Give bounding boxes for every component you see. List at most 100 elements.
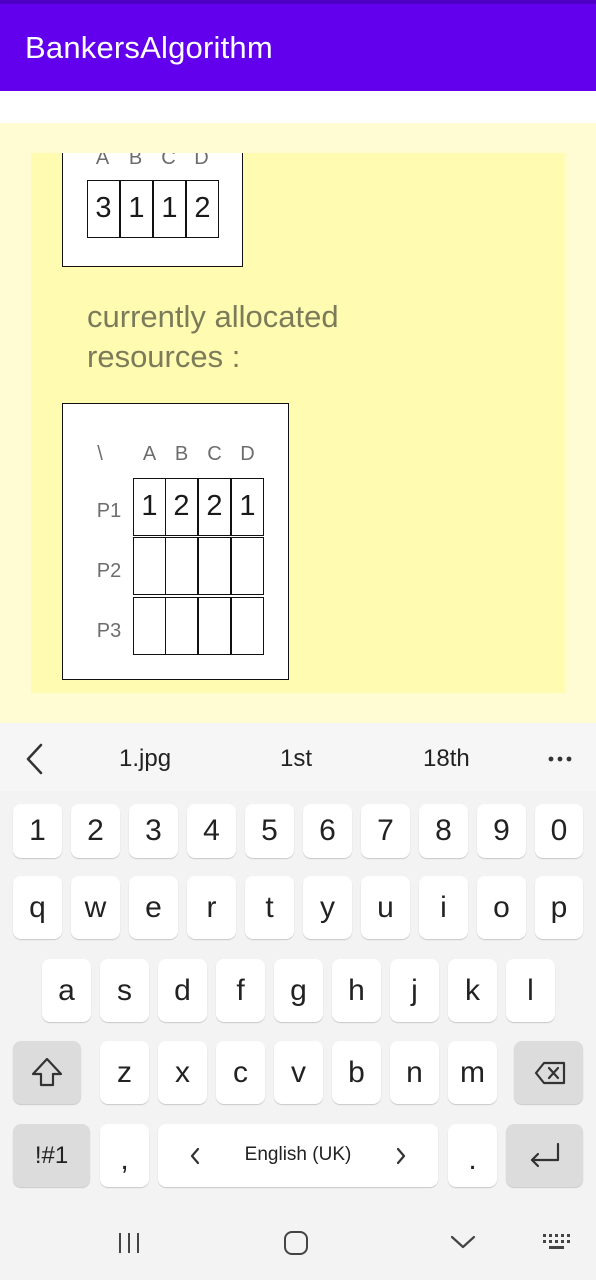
keyboard-icon[interactable] (541, 1232, 573, 1252)
key-1[interactable]: 1 (13, 804, 62, 858)
key-label: . (468, 1143, 477, 1176)
key-label: f (236, 974, 245, 1007)
key-v[interactable]: v (274, 1041, 323, 1104)
suggestion-2[interactable]: 1st (280, 745, 312, 773)
chevron-left-icon[interactable] (22, 742, 48, 776)
key-label: d (174, 974, 191, 1007)
key-label: q (29, 891, 46, 924)
key-9[interactable]: 9 (477, 804, 526, 858)
key-label: v (291, 1056, 306, 1089)
suggestion-3[interactable]: 18th (423, 745, 470, 773)
key-u[interactable]: u (361, 876, 410, 939)
key-0[interactable]: 0 (535, 804, 583, 858)
recents-icon[interactable] (116, 1230, 142, 1256)
alloc-p1-b[interactable]: 2 (165, 478, 198, 536)
key-f[interactable]: f (216, 959, 265, 1022)
alloc-p3-d[interactable] (231, 597, 264, 655)
key-m[interactable]: m (448, 1041, 497, 1104)
alloc-header-c: C (207, 443, 222, 465)
enter-key[interactable] (506, 1124, 583, 1187)
key-4[interactable]: 4 (187, 804, 236, 858)
key-label: a (58, 974, 75, 1007)
home-icon[interactable] (283, 1230, 309, 1256)
alloc-p1-d[interactable]: 1 (231, 478, 264, 536)
row-label-p2: P2 (96, 560, 122, 582)
key-2[interactable]: 2 (71, 804, 120, 858)
backspace-icon (534, 1061, 566, 1085)
key-s[interactable]: s (100, 959, 149, 1022)
key-5[interactable]: 5 (245, 804, 294, 858)
key-label: !#1 (34, 1142, 69, 1169)
key-6[interactable]: 6 (303, 804, 352, 858)
key-r[interactable]: r (187, 876, 236, 939)
alloc-p3-c[interactable] (198, 597, 231, 655)
available-resources-matrix: A B C D 3 1 1 2 (0, 153, 596, 263)
backspace-key[interactable] (514, 1041, 583, 1104)
key-w[interactable]: w (71, 876, 120, 939)
key-g[interactable]: g (274, 959, 323, 1022)
alloc-p3-b[interactable] (165, 597, 198, 655)
key-k[interactable]: k (448, 959, 497, 1022)
key-label: 3 (145, 814, 162, 847)
key-label: l (527, 974, 534, 1007)
key-t[interactable]: t (245, 876, 294, 939)
allocated-resources-label: currently allocated resources : (87, 299, 339, 374)
key-z[interactable]: z (100, 1041, 149, 1104)
key-label: c (233, 1056, 248, 1089)
key-x[interactable]: x (158, 1041, 207, 1104)
key-j[interactable]: j (390, 959, 439, 1022)
key-n[interactable]: n (390, 1041, 439, 1104)
shift-key[interactable] (13, 1041, 81, 1104)
corner-label: \ (97, 443, 103, 465)
alloc-p3-a[interactable] (133, 597, 166, 655)
alloc-p2-a[interactable] (133, 537, 166, 595)
key-q[interactable]: q (13, 876, 62, 939)
symbols-key[interactable]: !#1 (13, 1124, 90, 1187)
more-dots-icon[interactable] (547, 754, 573, 764)
key-c[interactable]: c (216, 1041, 265, 1104)
key-label: n (406, 1056, 423, 1089)
space-key[interactable]: English (UK) (158, 1124, 438, 1187)
key-label: y (320, 891, 335, 924)
key-3[interactable]: 3 (129, 804, 178, 858)
period-key[interactable]: . (448, 1124, 497, 1187)
key-i[interactable]: i (419, 876, 468, 939)
key-label: p (550, 891, 568, 924)
key-label: b (348, 1056, 365, 1089)
alloc-p2-b[interactable] (165, 537, 198, 595)
key-a[interactable]: a (42, 959, 91, 1022)
chevron-right-small-icon (396, 1147, 406, 1165)
key-o[interactable]: o (477, 876, 526, 939)
key-b[interactable]: b (332, 1041, 381, 1104)
key-7[interactable]: 7 (361, 804, 410, 858)
comma-key[interactable]: , (100, 1124, 149, 1187)
key-p[interactable]: p (535, 876, 583, 939)
key-label: g (290, 974, 307, 1007)
available-cell-c[interactable]: 1 (153, 180, 186, 238)
available-cell-d[interactable]: 2 (186, 180, 219, 238)
key-label: , (120, 1143, 129, 1176)
key-8[interactable]: 8 (419, 804, 468, 858)
key-label: u (377, 891, 394, 924)
key-label: j (411, 974, 418, 1007)
key-label: 9 (493, 814, 510, 847)
alloc-p1-a[interactable]: 1 (133, 478, 166, 536)
app-title: BankersAlgorithm (25, 30, 273, 65)
key-label: h (348, 974, 365, 1007)
suggestion-1[interactable]: 1.jpg (119, 745, 171, 773)
key-label: o (493, 891, 510, 924)
key-l[interactable]: l (506, 959, 555, 1022)
col-header-a: A (95, 153, 110, 169)
available-cell-a[interactable]: 3 (87, 180, 120, 238)
row-label-p3: P3 (96, 620, 122, 642)
alloc-p2-d[interactable] (231, 537, 264, 595)
key-y[interactable]: y (303, 876, 352, 939)
alloc-p2-c[interactable] (198, 537, 231, 595)
key-h[interactable]: h (332, 959, 381, 1022)
key-e[interactable]: e (129, 876, 178, 939)
chevron-down-icon[interactable] (449, 1232, 477, 1252)
key-d[interactable]: d (158, 959, 207, 1022)
available-cell-b[interactable]: 1 (120, 180, 153, 238)
key-label: 7 (377, 814, 394, 847)
alloc-p1-c[interactable]: 2 (198, 478, 231, 536)
